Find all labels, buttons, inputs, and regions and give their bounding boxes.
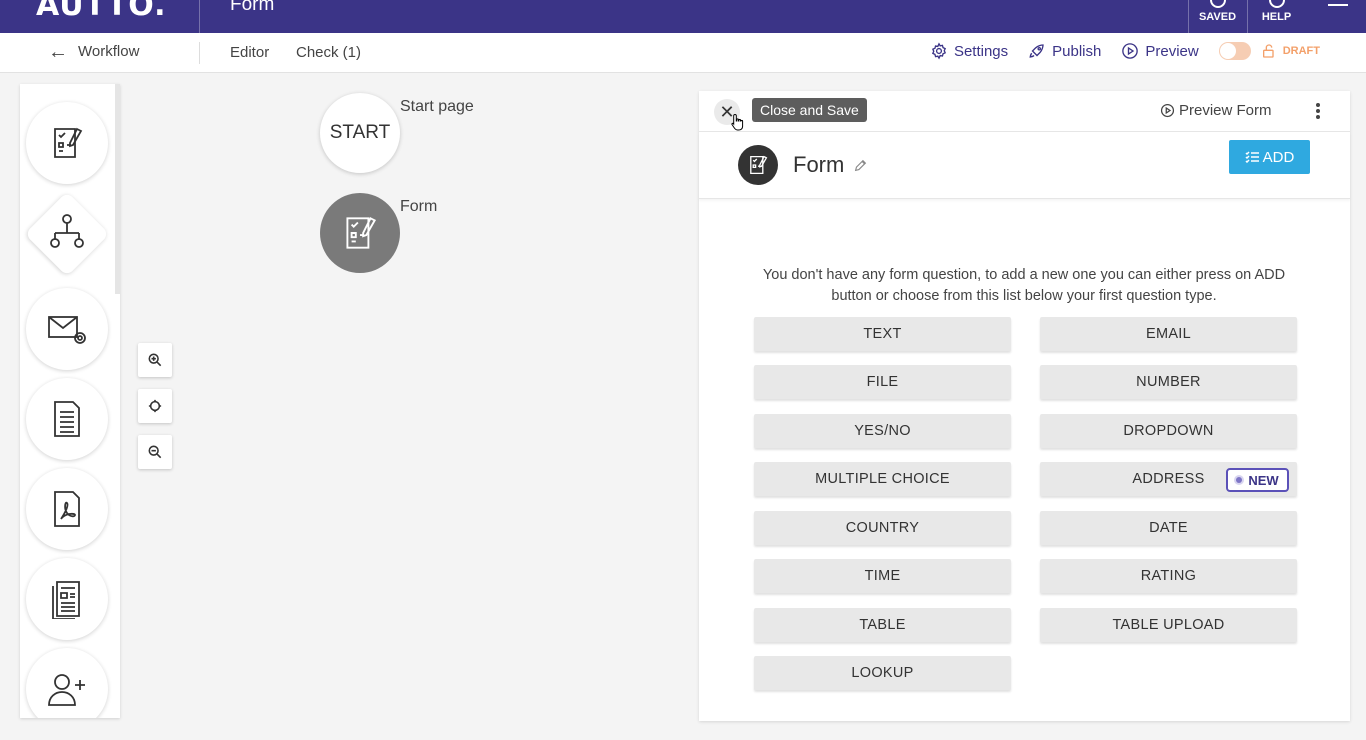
form-node-label: Form — [400, 198, 438, 215]
question-type-text[interactable]: TEXT — [754, 317, 1011, 351]
add-user-icon — [48, 674, 85, 706]
empty-state-message: You don't have any form question, to add… — [762, 267, 1286, 304]
zoom-in-icon — [148, 353, 162, 367]
form-node[interactable] — [320, 193, 400, 273]
zoom-out-button[interactable] — [138, 435, 172, 469]
question-type-email[interactable]: EMAIL — [1040, 317, 1297, 351]
top-header: AUTTO. Form SAVED HELP — [0, 0, 1366, 33]
question-type-time[interactable]: TIME — [754, 559, 1011, 593]
document-icon — [54, 401, 80, 437]
question-type-date[interactable]: DATE — [1040, 511, 1297, 545]
email-icon — [48, 316, 86, 344]
palette-report-node[interactable] — [26, 558, 108, 640]
play-circle-icon — [1160, 103, 1175, 118]
pencil-icon[interactable] — [854, 159, 867, 172]
new-dot-icon — [1236, 477, 1243, 483]
draft-label: DRAFT — [1282, 45, 1320, 57]
page-title: Form — [230, 0, 275, 15]
question-type-country[interactable]: COUNTRY — [754, 511, 1011, 545]
palette-email-node[interactable] — [26, 288, 108, 370]
cloud-check-icon — [1209, 0, 1226, 8]
node-palette — [20, 84, 120, 718]
preview-form-button[interactable]: Preview Form — [1160, 102, 1272, 119]
question-type-rating[interactable]: RATING — [1040, 559, 1297, 593]
form-icon — [54, 127, 83, 158]
palette-form-node[interactable] — [26, 102, 108, 184]
recenter-button[interactable] — [138, 389, 172, 423]
rocket-icon — [1029, 44, 1044, 58]
new-badge-label: NEW — [1248, 472, 1279, 488]
report-icon — [52, 581, 80, 619]
palette-document-node[interactable] — [26, 378, 108, 460]
zoom-in-button[interactable] — [138, 343, 172, 377]
start-node[interactable]: START — [320, 93, 400, 173]
settings-button[interactable]: Settings — [930, 42, 1008, 60]
publish-label: Publish — [1052, 42, 1102, 60]
branch-icon — [50, 214, 84, 248]
crosshair-icon — [148, 399, 162, 413]
sub-toolbar: ← Workflow Editor Check (1) Settings Pub… — [0, 33, 1366, 73]
preview-button[interactable]: Preview — [1121, 42, 1199, 60]
checklist-icon — [1245, 151, 1259, 163]
tab-check[interactable]: Check (1) — [296, 44, 361, 61]
settings-label: Settings — [953, 42, 1009, 60]
question-type-table[interactable]: TABLE — [754, 608, 1011, 642]
tab-editor[interactable]: Editor — [230, 44, 269, 61]
panel-toolbar: ✕ Close and Save Preview Form — [699, 91, 1350, 132]
play-circle-icon — [1122, 43, 1139, 59]
help-label: HELP — [1261, 11, 1292, 23]
arrow-left-icon: ← — [48, 40, 68, 63]
form-avatar — [738, 145, 778, 185]
back-label: Workflow — [78, 43, 140, 60]
question-type-table-upload[interactable]: TABLE UPLOAD — [1040, 608, 1297, 642]
hamburger-menu-icon[interactable] — [1328, 0, 1348, 12]
form-title-text: Form — [793, 152, 845, 177]
saved-indicator[interactable]: SAVED — [1188, 0, 1246, 33]
start-node-label: Start page — [400, 98, 474, 115]
question-type-lookup[interactable]: LOOKUP — [754, 656, 1011, 690]
form-header: Form ADD — [699, 132, 1350, 199]
question-type-multiple-choice[interactable]: MULTIPLE CHOICE — [754, 462, 1011, 496]
question-type-number[interactable]: NUMBER — [1040, 365, 1297, 399]
publish-toggle[interactable] — [1218, 42, 1251, 60]
help-button[interactable]: HELP — [1247, 0, 1305, 33]
help-icon — [1268, 0, 1285, 8]
question-type-dropdown[interactable]: DROPDOWN — [1040, 414, 1297, 448]
subbar-divider — [199, 42, 200, 64]
pdf-icon — [54, 491, 80, 527]
form-editor-panel: ✕ Close and Save Preview Form Form ADD Y… — [699, 91, 1350, 721]
add-question-button[interactable]: ADD — [1229, 140, 1310, 174]
close-save-tooltip: Close and Save — [752, 98, 867, 122]
publish-button[interactable]: Publish — [1028, 42, 1101, 60]
header-divider — [199, 0, 200, 33]
unlock-icon — [1262, 44, 1274, 58]
draft-status: DRAFT — [1261, 43, 1320, 59]
zoom-out-icon — [148, 445, 162, 459]
add-label: ADD — [1262, 148, 1295, 166]
palette-user-node[interactable] — [26, 648, 108, 718]
hand-cursor-icon — [731, 113, 744, 131]
saved-label: SAVED — [1198, 11, 1237, 23]
preview-form-label: Preview Form — [1179, 102, 1272, 119]
back-to-workflow-link[interactable]: ← Workflow — [48, 40, 140, 63]
preview-label: Preview — [1145, 42, 1199, 60]
palette-scrollbar[interactable] — [115, 84, 120, 294]
form-icon — [750, 155, 768, 175]
app-logo[interactable]: AUTTO. — [36, 0, 167, 23]
question-type-yes-no[interactable]: YES/NO — [754, 414, 1011, 448]
form-icon — [346, 217, 377, 249]
question-type-file[interactable]: FILE — [754, 365, 1011, 399]
gear-icon — [931, 42, 946, 60]
form-title: Form — [793, 152, 867, 178]
more-options-icon[interactable] — [1316, 103, 1320, 121]
new-badge: NEW — [1226, 468, 1289, 492]
palette-pdf-node[interactable] — [26, 468, 108, 550]
